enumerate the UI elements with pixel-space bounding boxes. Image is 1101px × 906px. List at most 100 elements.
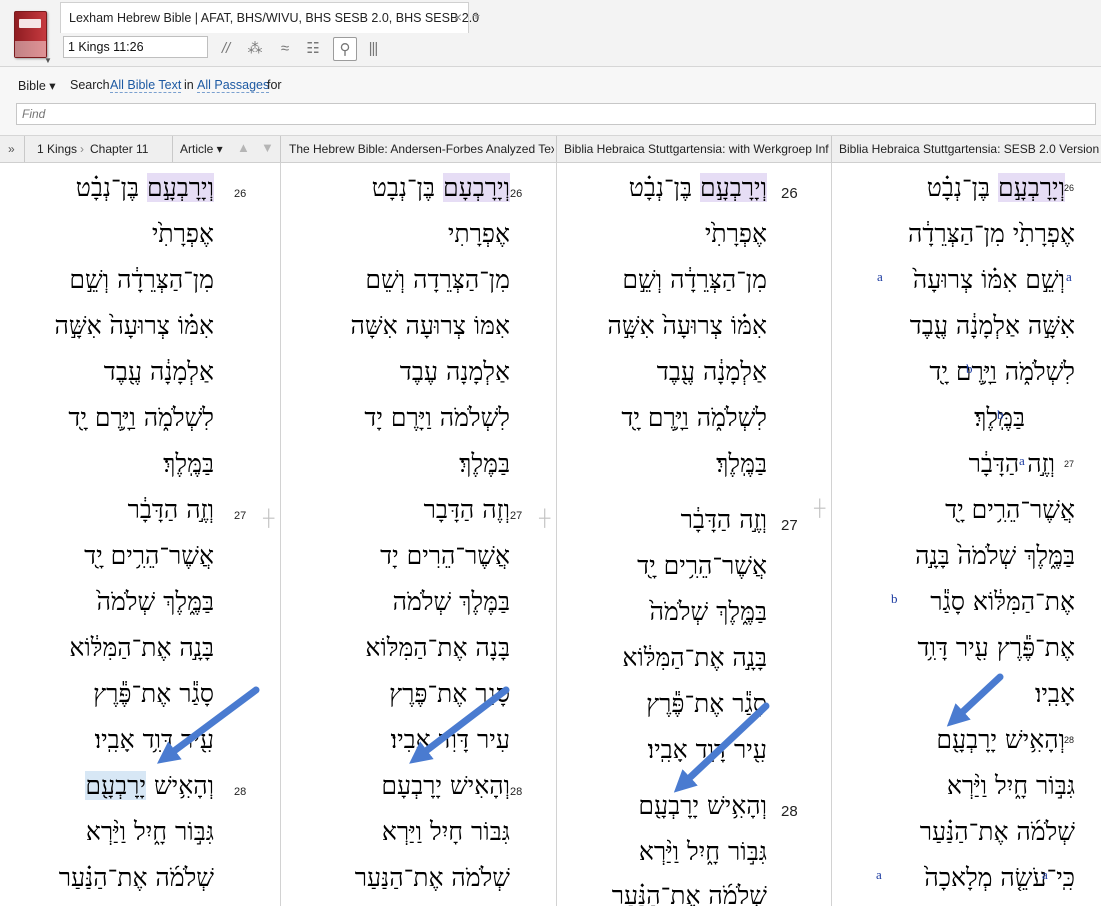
bible-dropdown[interactable]: Bible ▾ [18,78,56,93]
splitter-handle-icon[interactable]: ┼ [263,510,274,528]
splitter-handle-icon[interactable]: ┼ [814,500,825,518]
new-tab-icon[interactable]: + [472,7,480,23]
search-icon[interactable]: ⚲ [333,37,357,61]
pane-bhs-wivu[interactable]: וְיָרָבְעָ֣ם בֶּן־נְבָ֗ט 26 אֶפְרָתִ֙י מ… [557,163,831,906]
hebrew-line: וְשֵׁ֣ם אִמּ֗וֹ צְרוּעָה֙ [912,265,1065,294]
hebrew-line: אִשָּׁ֣ה אַלְמָנָ֔ה עֶ֖בֶד [909,311,1075,340]
text-critical-note[interactable]: b [966,361,973,377]
highlighted-word[interactable]: וְיָרָבְעָ֣ם [146,173,214,202]
hebrew-line: אֶפְרָתִ֙י [151,219,214,248]
hebrew-line: שְׁלֹמֹ֜ה אֶת־הַנַּ֗עַר [58,863,214,892]
hebrew-line: עִ֖יר דָּוִ֥ד אָבִֽיו׃ [94,725,214,754]
hebrew-line: גִּבּ֣וֹר חָ֑יִל וַיַּ֨רְא [946,771,1075,800]
hebrew-line: בָּנָ֣ה אֶת־הַמִּלּ֔וֹא [69,633,214,662]
verse-number: 27 [1064,459,1075,469]
hebrew-line: וְזֶ֣ה הַדָּבָ֔ר [968,449,1055,478]
passages-link[interactable]: All Passages [197,78,270,93]
hebrew-line: בַּמֶּ֑לֶךְ שְׁלֹמֹה֙ [649,597,767,626]
hebrew-line: וְהָאִ֥ישׁ יָרָבְעָ֖ם [85,771,214,800]
title-bar: ▼ Lexham Hebrew Bible | AFAT, BHS/WIVU, … [0,0,1101,67]
hebrew-line: וְהָאִישׁ יָרָבְעָם [381,771,510,800]
close-icon[interactable]: × [454,9,462,25]
hebrew-line: מִן־הַצְּרֵדָ֔ה וְשֵׁ֣ם [622,265,767,294]
collapse-icon[interactable]: » [8,142,15,156]
column-title-bhs-sesb[interactable]: Biblia Hebraica Stuttgartensia: SESB 2.0… [839,142,1101,156]
text-critical-note[interactable]: a [876,867,882,883]
hebrew-line: בַּמֶּֽלֶךְ׃ [716,449,767,478]
text-critical-note[interactable]: a [1019,453,1025,469]
breadcrumb-book[interactable]: 1 Kings [37,142,77,156]
hebrew-line: אָבִֽיו׃ [1034,679,1075,708]
text-critical-note[interactable]: a [1042,867,1048,883]
hebrew-line: לִשְׁלֹמֹ֑ה וַיָּ֥רֶם יָ֖ד [68,403,214,432]
breadcrumb-chapter[interactable]: Chapter 11 [90,142,148,156]
columns-icon[interactable]: ||| [362,37,384,59]
panel-header-row: » 1 Kings › Chapter 11 Article ▾ ▲ ▼ The… [0,136,1101,163]
hebrew-line: וְהָאִ֥ישׁ יָרָבְעָ֖ם [936,725,1065,754]
hebrew-line: לִשְׁלֹמֹה וַיָּרֶם יָד [364,403,510,432]
splitter-handle-icon[interactable]: ┼ [539,510,550,528]
highlighted-word[interactable]: יָרָבְעָ֖ם [85,771,147,800]
verse-number: 26 [510,188,523,200]
hebrew-line: אַלְמָנָה עֶבֶד [399,357,510,386]
pane-bhs-sesb[interactable]: וְיָרָבְעָ֣ם בֶּן־נְבָ֗ט 26 אֶפְרָתִ֙י מ… [832,163,1101,906]
highlighted-word[interactable]: וְיָרָבְעָם [442,173,510,202]
list-view-icon[interactable]: ☷ [302,37,324,59]
hebrew-line: בַּמֶּ֑לֶךְ שְׁלֹמֹה֙ [96,587,214,616]
pane-andersen-forbes[interactable]: וְיָרָבְעָם בֶּן־נְבָט 26 אֶפְרָתִי מִן־… [281,163,556,906]
hebrew-line: אֶפְרָתִ֙י [704,219,767,248]
column-title-andersen-forbes[interactable]: The Hebrew Bible: Andersen-Forbes Analyz… [289,142,554,156]
verse-number: 27 [781,517,798,534]
hebrew-line: לִשְׁלֹמֹ֑ה וַיָּ֥רֶם יָ֖ד [929,357,1075,386]
hebrew-line: וְיָרָבְעָ֣ם בֶּן־נְבָ֗ט [75,173,214,202]
hebrew-line: גִּבּוֹר חָיִל וַיַּרְא [381,817,510,846]
interlinear-icon[interactable]: ≈ [274,37,296,59]
hebrew-line: בַּמֶּֽלֶךְ׃ [163,449,214,478]
text-critical-note[interactable]: a [877,269,883,285]
parallel-resources-icon[interactable]: // [216,37,236,59]
hebrew-line: אֲשֶׁר־הֵרִ֥ים יָ֖ד [84,541,214,570]
verse-number: 26 [1064,183,1075,193]
reference-input[interactable] [63,36,208,58]
hebrew-line: אֶפְרָתִ֙י מִן־הַצְּרֵדָ֔ה [907,219,1075,248]
hebrew-line: אַלְמָנָ֔ה עֶ֖בֶד [103,357,214,386]
arrow-down-icon[interactable]: ▼ [261,140,274,155]
hebrew-line: אֲשֶׁר־הֵרִים יָד [380,541,510,570]
pane-lexham[interactable]: וְיָרָבְעָ֣ם בֶּן־נְבָ֗ט 26 אֶפְרָתִ֙י מ… [0,163,280,906]
hebrew-line: גִּבּ֣וֹר חָ֑יִל וַיַּ֨רְא [85,817,214,846]
verse-number: 28 [234,786,247,798]
search-scope-link[interactable]: All Bible Text [110,78,182,93]
text-critical-note[interactable]: a [1066,269,1072,285]
arrow-up-icon[interactable]: ▲ [237,140,250,155]
hebrew-line: שְׁלֹמֹ֜ה אֶת־הַנַּ֗עַר [919,817,1075,846]
resource-book-icon[interactable] [14,11,47,58]
visual-filters-icon[interactable]: ⁂ [244,37,266,59]
hebrew-line: אֶת־פֶּ֕רֶץ עִ֖יר דָּוִ֥ד [917,633,1075,662]
hebrew-line: לִשְׁלֹמֹ֑ה וַיָּ֥רֶם יָ֖ד [621,403,767,432]
resource-tab[interactable]: Lexham Hebrew Bible | AFAT, BHS/WIVU, BH… [60,2,479,33]
hebrew-line: שְׁלֹמֹה אֶת־הַנַּעַר [354,863,510,892]
hebrew-line: עִיר דָּוִד אָבִיו׃ [390,725,510,754]
hebrew-line: וְזֶה הַדָּבָר [423,495,510,524]
article-dropdown[interactable]: Article ▾ [180,142,223,156]
hebrew-line: בָּנָ֣ה אֶת־הַמִּלּ֔וֹא [622,643,767,672]
hebrew-line: סָגַר אֶת־פֶּרֶץ [389,679,510,708]
highlighted-word[interactable]: וְיָרָבְעָ֣ם [699,173,767,202]
for-label: for [267,78,282,92]
breadcrumb-separator: › [80,142,84,156]
verse-number: 27 [510,510,523,522]
hebrew-line: סָגַ֕ר אֶת־פֶּ֕רֶץ [646,689,767,718]
find-input[interactable] [16,103,1096,125]
hebrew-line: אַלְמָנָ֔ה עֶ֖בֶד [656,357,767,386]
highlighted-word[interactable]: וְיָרָבְעָ֣ם [997,173,1065,202]
hebrew-line: וְיָרָבְעָ֣ם בֶּן־נְבָ֗ט [926,173,1065,202]
verse-number: 28 [510,786,523,798]
chevron-down-icon[interactable]: ▼ [44,56,52,65]
hebrew-line: כִּֽי־עֹשֵׂ֤ה מְלָאכָה֙ [924,863,1075,892]
hebrew-line: בַּמֶּלֶךְ׃ [459,449,510,478]
hebrew-line: אֶפְרָתִי [447,219,510,248]
text-critical-note[interactable]: b [997,407,1004,423]
column-title-bhs-wivu[interactable]: Biblia Hebraica Stuttgartensia: with Wer… [564,142,829,156]
hebrew-line: מִן־הַצְּרֵדָ֔ה וְשֵׁ֣ם [69,265,214,294]
text-critical-note[interactable]: b [891,591,898,607]
